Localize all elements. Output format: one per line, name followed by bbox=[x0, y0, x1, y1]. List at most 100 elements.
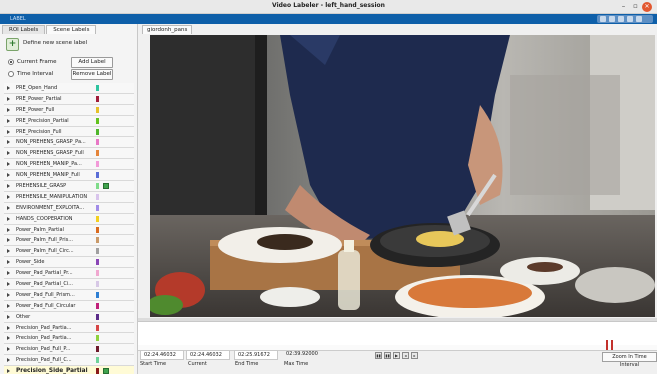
scene-label-row[interactable]: Precision_Pad_Partia... bbox=[4, 322, 134, 334]
label-color-swatch[interactable] bbox=[96, 85, 99, 91]
label-color-swatch[interactable] bbox=[96, 324, 99, 331]
ribbon-tab-label[interactable]: LABEL bbox=[10, 16, 26, 22]
expand-arrow-icon[interactable] bbox=[7, 227, 10, 232]
expand-arrow-icon[interactable] bbox=[7, 118, 10, 123]
current-time-marker[interactable] bbox=[606, 340, 614, 350]
zoom-in-time-interval-button[interactable]: Zoom In Time Interval bbox=[602, 352, 657, 368]
quick-access-icon[interactable] bbox=[627, 16, 633, 22]
expand-arrow-icon[interactable] bbox=[7, 151, 10, 156]
expand-arrow-icon[interactable] bbox=[7, 129, 10, 134]
expand-arrow-icon[interactable] bbox=[7, 173, 10, 178]
label-color-swatch[interactable] bbox=[96, 281, 99, 288]
expand-arrow-icon[interactable] bbox=[7, 336, 10, 341]
label-color-swatch[interactable] bbox=[96, 248, 99, 255]
expand-arrow-icon[interactable] bbox=[7, 282, 10, 287]
scene-label-row[interactable]: PRE_Precision_Full bbox=[4, 126, 134, 138]
label-color-swatch[interactable] bbox=[96, 291, 99, 298]
expand-arrow-icon[interactable] bbox=[7, 238, 10, 243]
label-color-swatch[interactable] bbox=[96, 237, 99, 244]
expand-arrow-icon[interactable] bbox=[7, 358, 10, 363]
scene-label-row[interactable]: Precision_Pad_Partia... bbox=[4, 333, 134, 345]
expand-arrow-icon[interactable] bbox=[7, 325, 10, 330]
label-color-swatch[interactable] bbox=[96, 193, 99, 200]
scene-label-row[interactable]: NON_PREHEN_MANIP_Full bbox=[4, 170, 134, 182]
maximize-icon[interactable]: ▫ bbox=[631, 2, 640, 11]
label-color-swatch[interactable] bbox=[96, 313, 99, 320]
label-color-swatch[interactable] bbox=[96, 368, 99, 374]
scene-label-row[interactable]: Precision_Pad_Full_P... bbox=[4, 344, 134, 356]
expand-arrow-icon[interactable] bbox=[7, 140, 10, 145]
scene-label-row[interactable]: PREHENSILE_MANIPULATION bbox=[4, 191, 134, 203]
expand-arrow-icon[interactable] bbox=[7, 86, 10, 90]
label-color-swatch[interactable] bbox=[96, 161, 99, 168]
expand-arrow-icon[interactable] bbox=[7, 107, 10, 112]
label-color-swatch[interactable] bbox=[96, 106, 99, 113]
expand-arrow-icon[interactable] bbox=[7, 260, 10, 265]
expand-arrow-icon[interactable] bbox=[7, 205, 10, 210]
play-button[interactable]: ▶ bbox=[393, 352, 400, 359]
tab-roi-labels[interactable]: ROI Labels bbox=[2, 25, 46, 34]
radio-current-frame[interactable] bbox=[8, 59, 14, 65]
scene-label-row[interactable]: Power_Pad_Partial_Pr... bbox=[4, 268, 134, 280]
scene-label-row[interactable]: Power_Palm_Full_Circ... bbox=[4, 246, 134, 258]
scene-label-row[interactable]: Other bbox=[4, 311, 134, 323]
next-frame-button[interactable]: ▸ bbox=[411, 352, 418, 359]
label-color-swatch[interactable] bbox=[96, 172, 99, 179]
minimize-icon[interactable]: – bbox=[619, 2, 628, 11]
tab-scene-labels[interactable]: Scene Labels bbox=[46, 25, 97, 34]
add-label-button[interactable]: Add Label bbox=[71, 57, 113, 68]
scene-label-row[interactable]: Power_Side bbox=[4, 257, 134, 269]
signal-tab[interactable]: giordonh_pans bbox=[142, 25, 193, 34]
time-interval-option[interactable]: Time Interval bbox=[8, 71, 53, 77]
scene-label-row[interactable]: HANDS_COOPERATION bbox=[4, 213, 134, 225]
scene-label-row[interactable]: Power_Pad_Full_Prism... bbox=[4, 289, 134, 301]
scene-label-row[interactable]: PRE_Precision_Partial bbox=[4, 115, 134, 127]
close-icon[interactable]: ✕ bbox=[642, 2, 652, 12]
label-color-swatch[interactable] bbox=[96, 346, 99, 353]
label-color-swatch[interactable] bbox=[96, 117, 99, 124]
end-time-field[interactable]: 02:25.91672 bbox=[234, 350, 278, 360]
scene-label-row[interactable]: Precision_Side_Partial bbox=[4, 366, 134, 374]
scene-label-row[interactable]: PREHENSILE_GRASP bbox=[4, 181, 134, 192]
expand-arrow-icon[interactable] bbox=[7, 216, 10, 221]
label-sublabel-icon[interactable] bbox=[103, 183, 109, 190]
label-color-swatch[interactable] bbox=[96, 204, 99, 211]
label-color-swatch[interactable] bbox=[96, 128, 99, 135]
quick-access-icon[interactable] bbox=[636, 16, 642, 22]
label-sublabel-icon[interactable] bbox=[103, 368, 109, 374]
scene-label-row[interactable]: Power_Palm_Partial bbox=[4, 224, 134, 236]
scene-label-row[interactable]: PRE_Power_Partial bbox=[4, 93, 134, 105]
previous-frame-button[interactable]: ◂ bbox=[402, 352, 409, 359]
expand-arrow-icon[interactable] bbox=[7, 292, 10, 297]
label-color-swatch[interactable] bbox=[96, 302, 99, 309]
scene-label-row[interactable]: Power_Palm_Full_Pris... bbox=[4, 235, 134, 247]
radio-time-interval[interactable] bbox=[8, 71, 14, 77]
pause-button[interactable]: ▮▮ bbox=[384, 352, 391, 359]
remove-label-button[interactable]: Remove Label bbox=[71, 69, 113, 80]
scene-label-row[interactable]: Power_Pad_Full_Circular bbox=[4, 300, 134, 312]
start-time-field[interactable]: 02:24.46032 bbox=[140, 350, 184, 360]
video-display[interactable] bbox=[150, 35, 655, 317]
label-color-swatch[interactable] bbox=[96, 150, 99, 157]
first-frame-button[interactable]: ▮▮ bbox=[375, 352, 382, 359]
scene-label-row[interactable]: ENVIRONMENT_EXPLOITA... bbox=[4, 202, 134, 214]
scene-label-row[interactable]: NON_PREHENS_GRASP_Pa... bbox=[4, 137, 134, 149]
scene-label-row[interactable]: NON_PREHEN_MANIP_Pa... bbox=[4, 159, 134, 171]
label-color-swatch[interactable] bbox=[96, 95, 99, 102]
quick-access-icon[interactable] bbox=[609, 16, 615, 22]
expand-arrow-icon[interactable] bbox=[7, 347, 10, 352]
expand-arrow-icon[interactable] bbox=[7, 271, 10, 276]
expand-arrow-icon[interactable] bbox=[7, 162, 10, 167]
label-color-swatch[interactable] bbox=[96, 183, 99, 190]
label-timeline[interactable] bbox=[138, 321, 657, 346]
scene-label-row[interactable]: NON_PREHENS_GRASP_Full bbox=[4, 148, 134, 160]
expand-arrow-icon[interactable] bbox=[7, 303, 10, 308]
define-scene-label-button[interactable]: + Define new scene label bbox=[6, 38, 134, 52]
expand-arrow-icon[interactable] bbox=[7, 249, 10, 254]
quick-access-icon[interactable] bbox=[618, 16, 624, 22]
expand-arrow-icon[interactable] bbox=[7, 96, 10, 101]
expand-arrow-icon[interactable] bbox=[7, 314, 10, 319]
label-color-swatch[interactable] bbox=[96, 226, 99, 233]
scene-label-row[interactable]: PRE_Open_Hand bbox=[4, 83, 134, 94]
label-color-swatch[interactable] bbox=[96, 139, 99, 146]
